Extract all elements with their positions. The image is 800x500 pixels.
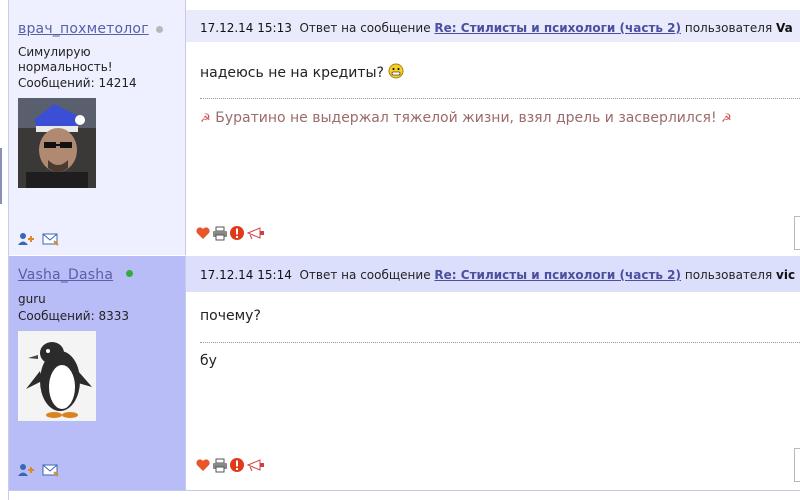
report-icon[interactable] xyxy=(229,457,245,473)
post-actions xyxy=(195,457,266,473)
author-username-link[interactable]: Vasha_Dasha xyxy=(18,267,113,283)
online-status-icon xyxy=(126,270,133,277)
signature-text: Буратино не выдержал тяжелой жизни, взял… xyxy=(215,110,717,126)
add-friend-icon[interactable] xyxy=(18,232,36,246)
signature-divider xyxy=(200,342,800,343)
post-actions xyxy=(195,225,266,241)
message-text: почему? xyxy=(200,308,261,324)
author-username-link[interactable]: врач_похметолог xyxy=(18,21,149,37)
add-friend-icon[interactable] xyxy=(18,463,36,477)
author-status-line: нормальность! xyxy=(18,60,113,74)
left-frame-marker xyxy=(0,148,6,204)
author-panel: врач_похметолог Симулирую нормальность! … xyxy=(9,0,186,255)
signature-text: бу xyxy=(200,353,217,369)
bottom-divider xyxy=(9,490,800,491)
message-text: надеюсь не на кредиты? xyxy=(200,63,404,83)
forum-post: врач_похметолог Симулирую нормальность! … xyxy=(9,0,800,255)
print-icon[interactable] xyxy=(212,225,228,241)
quick-reply-box-edge[interactable] xyxy=(794,216,800,250)
left-frame-strip xyxy=(0,0,9,500)
signature-divider xyxy=(200,98,800,99)
reply-prefix: Ответ на сообщение xyxy=(299,268,431,282)
reply-user[interactable]: Va xyxy=(776,21,793,35)
hammer-sickle-icon: ☭ xyxy=(200,111,211,125)
report-icon[interactable] xyxy=(229,225,245,241)
hammer-sickle-icon: ☭ xyxy=(721,111,732,125)
message-body: почему? xyxy=(200,308,261,324)
author-message-count: Сообщений: 14214 xyxy=(18,76,137,90)
post-content: 17.12.14 15:13 Ответ на сообщение Re: Ст… xyxy=(186,0,800,255)
megaphone-icon[interactable] xyxy=(246,225,266,241)
print-icon[interactable] xyxy=(212,457,228,473)
send-message-icon[interactable] xyxy=(42,463,60,477)
author-panel: Vasha_Dasha guru Сообщений: 8333 xyxy=(9,256,186,490)
avatar-image xyxy=(18,98,96,188)
post-header: 17.12.14 15:13 Ответ на сообщение Re: Ст… xyxy=(186,10,800,42)
reply-topic-link[interactable]: Re: Стилисты и психологи (часть 2) xyxy=(434,21,681,35)
author-tools xyxy=(18,232,60,246)
post-date: 17.12.14 15:13 xyxy=(200,21,292,35)
author-message-count: Сообщений: 8333 xyxy=(18,309,129,323)
author-status-line: guru xyxy=(18,292,46,306)
author-tools xyxy=(18,463,60,477)
avatar xyxy=(18,331,96,421)
quick-reply-box-edge[interactable] xyxy=(794,448,800,482)
post-content: 17.12.14 15:14 Ответ на сообщение Re: Ст… xyxy=(186,256,800,490)
author-status-line: Симулирую xyxy=(18,45,91,59)
reply-prefix: Ответ на сообщение xyxy=(299,21,431,35)
user-prefix: пользователя xyxy=(684,268,773,282)
post-date: 17.12.14 15:14 xyxy=(200,268,292,282)
reply-topic-link[interactable]: Re: Стилисты и психологи (часть 2) xyxy=(434,268,681,282)
avatar-image xyxy=(18,331,96,421)
heart-icon[interactable] xyxy=(195,225,211,241)
megaphone-icon[interactable] xyxy=(246,457,266,473)
reply-user[interactable]: vic xyxy=(776,268,795,282)
post-header: 17.12.14 15:14 Ответ на сообщение Re: Ст… xyxy=(186,256,800,292)
user-prefix: пользователя xyxy=(684,21,773,35)
grin-smiley-icon xyxy=(388,63,404,83)
message-body: надеюсь не на кредиты? xyxy=(200,65,384,81)
heart-icon[interactable] xyxy=(195,457,211,473)
avatar xyxy=(18,98,96,188)
offline-status-icon xyxy=(156,26,163,33)
send-message-icon[interactable] xyxy=(42,232,60,246)
signature: ☭ Буратино не выдержал тяжелой жизни, вз… xyxy=(200,110,732,126)
forum-post: Vasha_Dasha guru Сообщений: 8333 17.12.1… xyxy=(9,256,800,490)
